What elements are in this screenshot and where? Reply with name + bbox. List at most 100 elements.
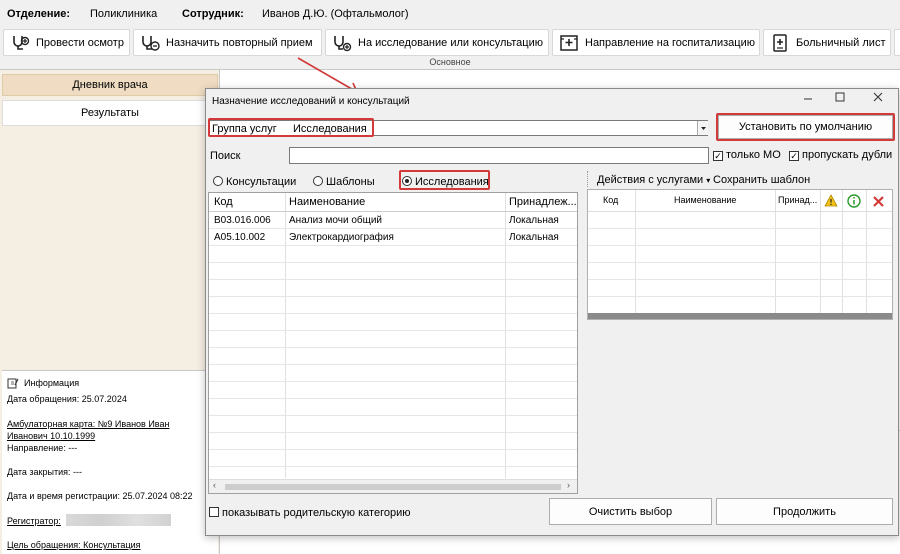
continue-button[interactable]: Продолжить: [716, 498, 893, 525]
registration-datetime: Дата и время регистрации: 25.07.2024 08:…: [7, 491, 193, 501]
purpose-link[interactable]: Цель обращения: Консультация: [7, 540, 141, 550]
radio-consultations-icon: [213, 176, 223, 186]
sel-col-name[interactable]: Наименование: [674, 195, 736, 205]
close-date: Дата закрытия: ---: [7, 467, 82, 477]
only-mo-check-icon: ✓: [713, 151, 723, 161]
info-header-label: Информация: [24, 378, 80, 388]
examine-button-label: Провести осмотр: [36, 36, 124, 49]
selected-services-table: Код Наименование Принад...: [587, 189, 893, 320]
minimize-icon: [804, 98, 812, 100]
sidebar-item-results[interactable]: Результаты: [2, 100, 218, 126]
skip-dups-checkbox[interactable]: ✓ пропускать дубли: [789, 149, 892, 161]
stethoscope-research-icon: [334, 35, 352, 51]
row-name: Анализ мочи общий: [289, 215, 383, 226]
appeal-date: Дата обращения: 25.07.2024: [7, 394, 127, 404]
selected-table-footer: [588, 313, 892, 319]
selected-table-header: Код Наименование Принад...: [588, 190, 892, 212]
col-owner[interactable]: Принадлеж...: [509, 196, 577, 208]
only-mo-checkbox[interactable]: ✓ только МО: [713, 149, 781, 161]
research-consult-button[interactable]: На исследование или консультацию: [325, 29, 549, 56]
show-parent-check-icon: [209, 507, 219, 517]
radio-consultations-label: Консультации: [226, 176, 297, 188]
research-consult-label: На исследование или консультацию: [358, 36, 543, 49]
card-link-line2[interactable]: Иванович 10.10.1999: [7, 431, 95, 441]
skip-dups-label: пропускать дубли: [802, 149, 893, 161]
top-info-bar: Отделение: Поликлиника Сотрудник: Иванов…: [0, 0, 900, 28]
warning-icon: [824, 194, 838, 207]
delete-icon: [873, 196, 884, 207]
only-mo-label: только МО: [726, 149, 781, 161]
close-button[interactable]: [866, 91, 890, 107]
repeat-appointment-button[interactable]: Назначить повторный прием: [133, 29, 322, 56]
show-parent-label: показывать родительскую категорию: [222, 507, 411, 519]
registrar-label[interactable]: Регистратор:: [7, 516, 61, 526]
research-dialog: Назначение исследований и консультаций Г…: [205, 88, 899, 536]
row-owner: Локальная: [509, 232, 559, 243]
sidebar-item-diary[interactable]: Дневник врача: [2, 74, 218, 96]
row-code: B03.016.006: [214, 215, 271, 226]
group-dropdown-button[interactable]: [697, 121, 708, 135]
clear-selection-button[interactable]: Очистить выбор: [549, 498, 712, 525]
staff-label: Сотрудник:: [182, 8, 244, 20]
hospital-referral-icon: [560, 34, 578, 51]
radio-templates-icon: [313, 176, 323, 186]
table-row[interactable]: A05.10.002 Электрокардиография Локальная: [209, 229, 577, 246]
radio-templates[interactable]: Шаблоны: [313, 176, 375, 188]
row-name: Электрокардиография: [289, 232, 394, 243]
actions-menu[interactable]: Действия с услугами ▾: [597, 174, 710, 186]
scroll-left-icon[interactable]: ‹: [213, 480, 216, 490]
table-header: Код Наименование Принадлеж...: [209, 193, 577, 212]
minimize-button[interactable]: [796, 91, 820, 107]
services-table: Код Наименование Принадлеж... B03.016.00…: [208, 192, 578, 494]
row-owner: Локальная: [509, 215, 559, 226]
info-panel: Информация Дата обращения: 25.07.2024 Ам…: [2, 370, 218, 554]
skip-dups-check-icon: ✓: [789, 151, 799, 161]
info-header: Информация: [7, 377, 79, 389]
actions-bar: Действия с услугами ▾ Сохранить шаблон: [587, 171, 893, 187]
col-name[interactable]: Наименование: [289, 196, 365, 208]
caret-down-icon: ▾: [706, 176, 711, 185]
search-label: Поиск: [210, 150, 241, 162]
close-icon: [873, 92, 883, 102]
col-code[interactable]: Код: [214, 196, 233, 208]
direction-text: Направление: ---: [7, 443, 78, 453]
sick-leave-label: Больничный лист: [796, 36, 886, 49]
stethoscope-refresh-icon: [142, 35, 160, 51]
examine-button[interactable]: Провести осмотр: [3, 29, 130, 56]
toolbar-group-label: Основное: [429, 57, 471, 67]
radio-consultations[interactable]: Консультации: [213, 176, 296, 188]
department-value: Поликлиника: [90, 8, 158, 20]
department-label: Отделение:: [7, 8, 71, 20]
actions-menu-label: Действия с услугами: [597, 174, 704, 186]
highlight-group: [208, 118, 374, 137]
chevron-down-icon: [701, 127, 706, 130]
hospitalization-button[interactable]: Направление на госпитализацию: [552, 29, 760, 56]
info-edit-icon: [7, 378, 19, 389]
sel-col-code[interactable]: Код: [603, 195, 618, 205]
staff-value: Иванов Д.Ю. (Офтальмолог): [262, 8, 409, 20]
sick-leave-icon: [773, 33, 787, 52]
radio-templates-label: Шаблоны: [326, 176, 375, 188]
search-input[interactable]: [289, 147, 709, 164]
show-parent-checkbox[interactable]: показывать родительскую категорию: [209, 507, 410, 519]
more-button[interactable]: [894, 29, 900, 56]
dialog-title: Назначение исследований и консультаций: [212, 96, 410, 107]
horizontal-scrollbar[interactable]: ‹ ›: [209, 479, 577, 493]
registrar-blurred-name: [66, 514, 171, 526]
highlight-default-button: [716, 113, 895, 141]
hospitalization-label: Направление на госпитализацию: [585, 36, 755, 49]
table-row[interactable]: B03.016.006 Анализ мочи общий Локальная: [209, 212, 577, 229]
info-icon: [847, 194, 861, 208]
row-code: A05.10.002: [214, 232, 266, 243]
card-link-line1[interactable]: Амбулаторная карта: №9 Иванов Иван: [7, 419, 169, 429]
maximize-icon: [835, 92, 845, 102]
stethoscope-plus-icon: [13, 35, 30, 50]
repeat-appointment-label: Назначить повторный прием: [166, 36, 313, 49]
highlight-research-radio: [399, 170, 490, 190]
save-template-button[interactable]: Сохранить шаблон: [713, 174, 810, 186]
sick-leave-button[interactable]: Больничный лист: [763, 29, 891, 56]
scrollbar-thumb[interactable]: [225, 484, 561, 490]
sel-col-owner[interactable]: Принад...: [778, 195, 817, 205]
maximize-button[interactable]: [828, 91, 852, 107]
scroll-right-icon[interactable]: ›: [567, 480, 570, 490]
